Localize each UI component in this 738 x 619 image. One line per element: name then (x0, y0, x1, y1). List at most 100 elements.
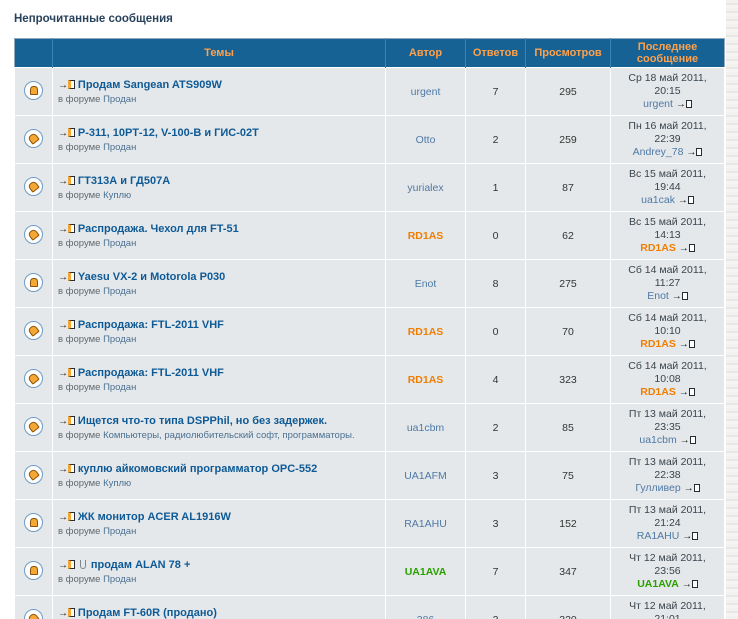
in-forum-label: в форуме (58, 238, 100, 249)
goto-latest-post-icon[interactable]: → (678, 194, 694, 207)
topic-title-link[interactable]: продам ALAN 78 + (91, 559, 191, 571)
in-forum-label: в форуме (58, 430, 100, 441)
in-forum-label: в форуме (58, 286, 100, 297)
topic-status-cell (15, 452, 53, 500)
in-forum-label: в форуме (58, 190, 100, 201)
lastpost-author-link[interactable]: Andrey_78 (633, 146, 684, 158)
topic-forum-line: в форуме Куплю (58, 477, 380, 490)
author-link[interactable]: RD1AS (408, 374, 444, 386)
goto-latest-post-icon[interactable]: → (58, 126, 75, 141)
author-link[interactable]: Enot (415, 278, 437, 290)
forum-link[interactable]: Продан (103, 238, 136, 249)
goto-latest-post-icon[interactable]: → (58, 558, 75, 573)
topic-cell: → Продам FT-60R (продано) в форуме Прода… (53, 596, 386, 619)
goto-latest-post-icon[interactable]: → (58, 270, 75, 285)
forum-link[interactable]: Продан (103, 94, 136, 105)
topic-title-link[interactable]: ЖК монитор ACER AL1916W (78, 511, 231, 523)
lastpost-author-link[interactable]: Enot (647, 290, 669, 302)
topic-forum-line: в форуме Продан (58, 237, 380, 250)
topic-title-link[interactable]: Распродажа: FTL-2011 VHF (78, 367, 224, 379)
topic-title-link[interactable]: Yaesu VX-2 и Motorola P030 (78, 271, 225, 283)
goto-latest-post-icon[interactable]: → (58, 414, 75, 429)
topic-title-link[interactable]: Продам FT-60R (продано) (78, 607, 217, 619)
topic-title-link[interactable]: ГТ313А и ГД507А (78, 175, 170, 187)
lastpost-author-link[interactable]: Гулливер (635, 482, 680, 494)
author-cell: 386 (386, 596, 466, 619)
author-link[interactable]: RA1AHU (404, 518, 447, 530)
goto-latest-post-icon[interactable]: → (679, 386, 695, 399)
table-row: → ГТ313А и ГД507А в форуме Куплю yuriale… (15, 164, 725, 212)
goto-latest-post-icon[interactable]: → (682, 578, 698, 591)
goto-latest-post-icon[interactable]: → (682, 530, 698, 543)
forum-link[interactable]: Продан (103, 286, 136, 297)
author-link[interactable]: Otto (416, 134, 436, 146)
author-link[interactable]: RD1AS (408, 326, 444, 338)
lastpost-cell: Вс 15 май 2011, 14:13 RD1AS → (611, 212, 725, 260)
forum-link[interactable]: Продан (103, 526, 136, 537)
topic-title-link[interactable]: Ищется что-то типа DSPPhil, но без задер… (78, 415, 327, 427)
topic-title-link[interactable]: куплю айкомовский программатор OPC-552 (78, 463, 317, 475)
author-link[interactable]: RD1AS (408, 230, 444, 242)
table-row: → Продам FT-60R (продано) в форуме Прода… (15, 596, 725, 619)
lastpost-date: Ср 18 май 2011, 20:15 (616, 72, 719, 98)
lastpost-date: Сб 14 май 2011, 10:10 (616, 312, 719, 338)
forum-link[interactable]: Продан (103, 334, 136, 345)
author-link[interactable]: ua1cbm (407, 422, 444, 434)
lastpost-author-link[interactable]: RD1AS (640, 386, 676, 398)
lastpost-author-link[interactable]: urgent (643, 98, 673, 110)
goto-latest-post-icon[interactable]: → (58, 318, 75, 333)
lastpost-cell: Пт 13 май 2011, 22:38 Гулливер → (611, 452, 725, 500)
author-link[interactable]: yurialex (407, 182, 443, 194)
forum-link[interactable]: Куплю (103, 478, 131, 489)
author-link[interactable]: urgent (411, 86, 441, 98)
lastpost-cell: Сб 14 май 2011, 10:08 RD1AS → (611, 356, 725, 404)
lastpost-author-link[interactable]: RD1AS (640, 242, 676, 254)
lastpost-date: Вс 15 май 2011, 19:44 (616, 168, 719, 194)
topic-title-link[interactable]: Продам Sangean ATS909W (78, 79, 222, 91)
lastpost-author-link[interactable]: ua1cbm (639, 434, 676, 446)
topic-cell: → Распродажа. Чехол для FT-51 в форуме П… (53, 212, 386, 260)
goto-latest-post-icon[interactable]: → (679, 242, 695, 255)
topic-status-cell (15, 308, 53, 356)
lastpost-date: Чт 12 май 2011, 23:56 (616, 552, 719, 578)
goto-latest-post-icon[interactable]: → (679, 338, 695, 351)
lastpost-author-link[interactable]: UA1AVA (637, 578, 679, 590)
unread-topic-icon (24, 177, 43, 196)
goto-latest-post-icon[interactable]: → (686, 146, 702, 159)
topic-forum-line: в форуме Продан (58, 93, 380, 106)
views-cell: 275 (526, 260, 611, 308)
topic-cell: → ГТ313А и ГД507А в форуме Куплю (53, 164, 386, 212)
forum-link[interactable]: Куплю (103, 190, 131, 201)
lastpost-author-link[interactable]: RA1AHU (637, 530, 680, 542)
goto-latest-post-icon[interactable]: → (676, 98, 692, 111)
forum-link[interactable]: Продан (103, 574, 136, 585)
forum-link[interactable]: Продан (103, 382, 136, 393)
views-cell: 62 (526, 212, 611, 260)
author-link[interactable]: UA1AFM (404, 470, 447, 482)
goto-latest-post-icon[interactable]: → (58, 606, 75, 619)
topic-title-link[interactable]: Распродажа: FTL-2011 VHF (78, 319, 224, 331)
lastpost-author-link[interactable]: RD1AS (640, 338, 676, 350)
lastpost-author-link[interactable]: ua1cak (641, 194, 675, 206)
bell-icon (30, 86, 38, 95)
topic-title-link[interactable]: Р-311, 10РТ-12, V-100-В и ГИС-02Т (78, 127, 259, 139)
author-link[interactable]: UA1AVA (405, 566, 447, 578)
goto-latest-post-icon[interactable]: → (58, 510, 75, 525)
goto-latest-post-icon[interactable]: → (684, 482, 700, 495)
replies-cell: 4 (466, 356, 526, 404)
goto-latest-post-icon[interactable]: → (680, 434, 696, 447)
in-forum-label: в форуме (58, 142, 100, 153)
goto-latest-post-icon[interactable]: → (58, 174, 75, 189)
forum-link[interactable]: Продан (103, 142, 136, 153)
lastpost-cell: Пт 13 май 2011, 21:24 RA1AHU → (611, 500, 725, 548)
goto-latest-post-icon[interactable]: → (58, 222, 75, 237)
forum-link[interactable]: Компьютеры, радиолюбительский софт, прог… (103, 430, 355, 441)
topic-title-link[interactable]: Распродажа. Чехол для FT-51 (78, 223, 239, 235)
author-link[interactable]: 386 (417, 614, 435, 619)
topic-forum-line: в форуме Продан (58, 381, 380, 394)
goto-latest-post-icon[interactable]: → (58, 462, 75, 477)
topic-status-cell (15, 404, 53, 452)
goto-latest-post-icon[interactable]: → (58, 366, 75, 381)
goto-latest-post-icon[interactable]: → (672, 290, 688, 303)
goto-latest-post-icon[interactable]: → (58, 78, 75, 93)
